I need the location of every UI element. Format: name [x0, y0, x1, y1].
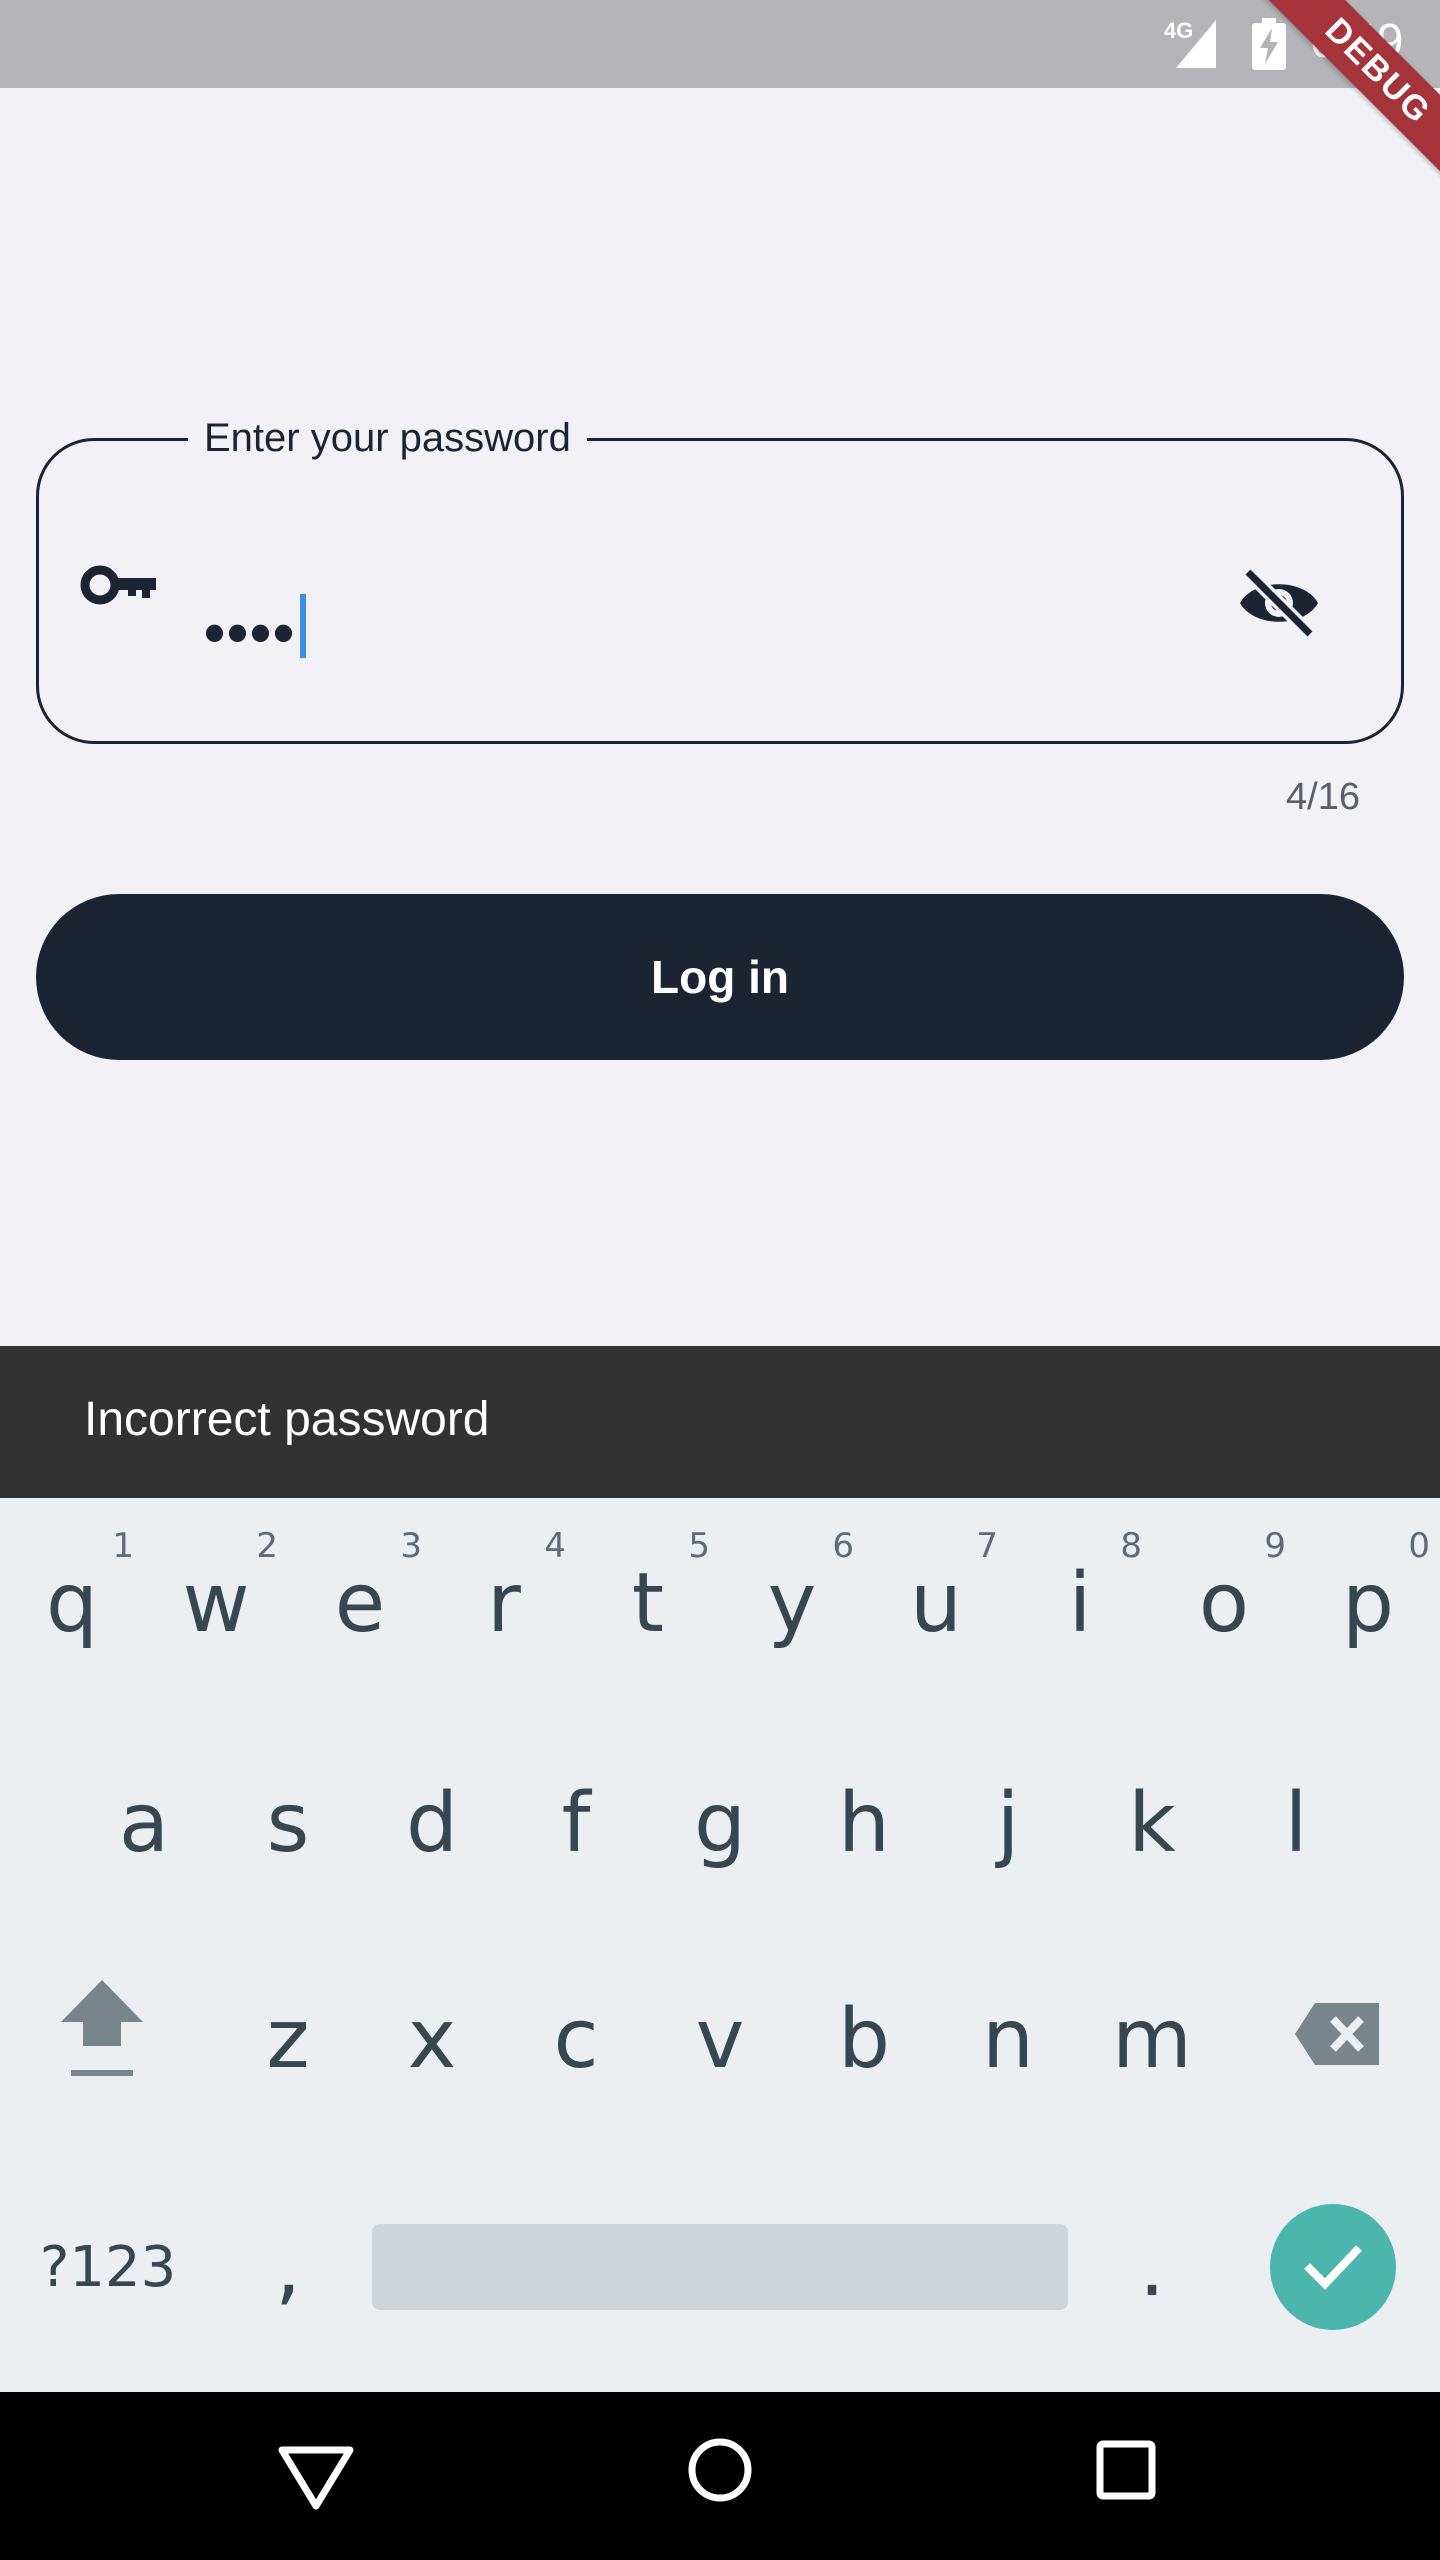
key-t[interactable]: t5 — [576, 1498, 720, 1708]
key-icon — [80, 562, 156, 613]
period-key[interactable]: . — [1080, 2162, 1224, 2372]
backspace-icon — [1293, 1992, 1383, 2087]
key-p[interactable]: p0 — [1296, 1498, 1440, 1708]
password-field-label: Enter your password — [188, 412, 587, 464]
key-v[interactable]: v — [648, 1934, 792, 2144]
signal-icon — [1176, 20, 1216, 73]
key-b[interactable]: b — [792, 1934, 936, 2144]
login-button[interactable]: Log in — [36, 894, 1404, 1060]
shift-key[interactable] — [30, 1934, 174, 2144]
key-z[interactable]: z — [216, 1934, 360, 2144]
password-char-counter: 4/16 — [1286, 776, 1360, 818]
key-d[interactable]: d — [360, 1718, 504, 1928]
check-icon — [1301, 2240, 1365, 2295]
key-q[interactable]: q1 — [0, 1498, 144, 1708]
key-s[interactable]: s — [216, 1718, 360, 1928]
navigation-bar — [0, 2392, 1440, 2560]
key-u[interactable]: u7 — [864, 1498, 1008, 1708]
key-e[interactable]: e3 — [288, 1498, 432, 1708]
backspace-key[interactable] — [1266, 1934, 1410, 2144]
comma-key[interactable]: , — [216, 2162, 360, 2372]
key-g[interactable]: g — [648, 1718, 792, 1928]
key-c[interactable]: c — [504, 1934, 648, 2144]
key-a[interactable]: a — [72, 1718, 216, 1928]
key-w[interactable]: w2 — [144, 1498, 288, 1708]
snackbar-message: Incorrect password — [84, 1393, 490, 1446]
battery-charging-icon — [1252, 18, 1286, 75]
back-icon[interactable] — [276, 2442, 356, 2517]
key-n[interactable]: n — [936, 1934, 1080, 2144]
recents-icon[interactable] — [1096, 2440, 1156, 2505]
symbols-key[interactable]: ?123 — [36, 2162, 180, 2372]
done-key[interactable] — [1270, 2204, 1396, 2330]
snackbar: Incorrect password — [0, 1346, 1440, 1498]
key-x[interactable]: x — [360, 1934, 504, 2144]
key-j[interactable]: j — [936, 1718, 1080, 1928]
key-o[interactable]: o9 — [1152, 1498, 1296, 1708]
key-k[interactable]: k — [1080, 1718, 1224, 1928]
visibility-off-icon[interactable] — [1236, 566, 1322, 645]
key-y[interactable]: y6 — [720, 1498, 864, 1708]
key-f[interactable]: f — [504, 1718, 648, 1928]
soft-keyboard: q1 w2 e3 r4 t5 y6 u7 i8 o9 p0 a s d f g … — [0, 1498, 1440, 2392]
text-caret — [300, 594, 307, 658]
key-l[interactable]: l — [1224, 1718, 1368, 1928]
password-value: •••• — [204, 599, 297, 666]
key-m[interactable]: m — [1080, 1934, 1224, 2144]
key-i[interactable]: i8 — [1008, 1498, 1152, 1708]
password-input[interactable]: •••• — [204, 588, 307, 666]
home-icon[interactable] — [686, 2436, 754, 2509]
space-key[interactable] — [372, 2224, 1068, 2310]
status-bar: 4G 6:49 — [0, 0, 1440, 88]
key-h[interactable]: h — [792, 1718, 936, 1928]
key-r[interactable]: r4 — [432, 1498, 576, 1708]
shift-icon — [59, 1974, 145, 2104]
